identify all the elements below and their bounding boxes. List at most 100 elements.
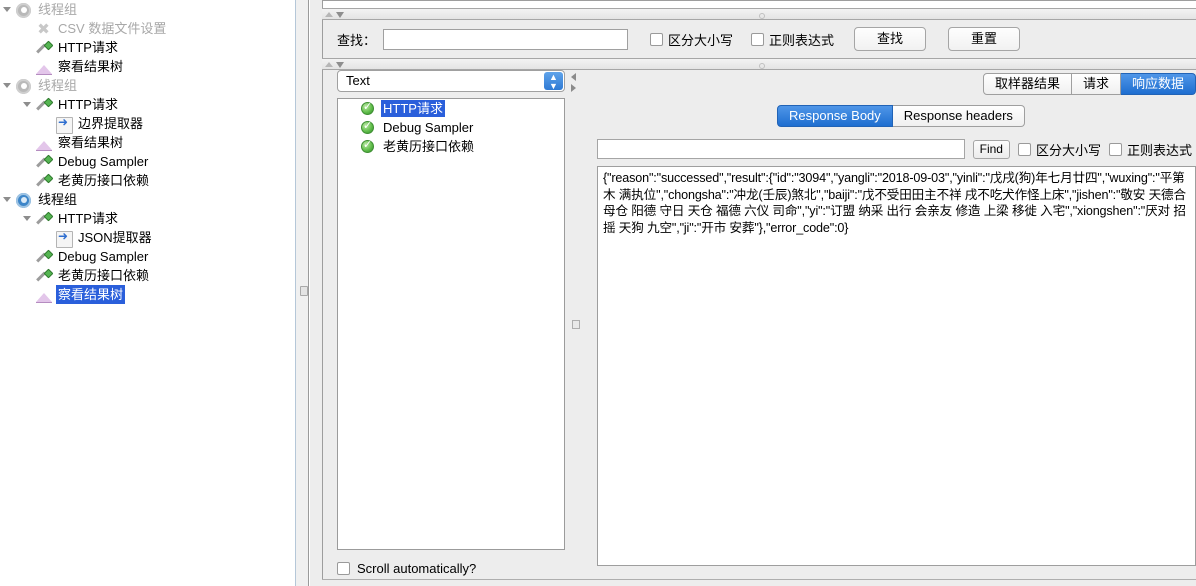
- main-vertical-splitter[interactable]: [295, 0, 309, 586]
- sampler-result-item[interactable]: Debug Sampler: [338, 118, 564, 137]
- tree-node-label: 察看结果树: [56, 285, 126, 304]
- pipette-icon: [34, 96, 54, 114]
- expand-toggle-icon[interactable]: [20, 209, 34, 228]
- success-check-icon: [360, 119, 376, 135]
- pipette-icon: [34, 248, 54, 266]
- extractor-icon: [54, 229, 74, 248]
- collapse-up-icon[interactable]: [325, 12, 333, 17]
- tree-node[interactable]: 察看结果树: [0, 57, 295, 76]
- result-tab-1[interactable]: 请求: [1071, 73, 1121, 95]
- response-find-input[interactable]: [597, 139, 965, 159]
- splitter-arrows[interactable]: [325, 61, 344, 68]
- tree-node[interactable]: 老黄历接口依赖: [0, 266, 295, 285]
- tree-node[interactable]: Debug Sampler: [0, 152, 295, 171]
- reset-button[interactable]: 重置: [948, 27, 1021, 51]
- expand-toggle-icon[interactable]: [0, 190, 14, 209]
- result-tabs[interactable]: 取样器结果 请求 响应数据: [982, 73, 1196, 95]
- render-format-combobox[interactable]: Text ▲ ▼: [337, 70, 565, 92]
- tree-node[interactable]: 线程组: [0, 76, 295, 95]
- tree-node[interactable]: HTTP请求: [0, 95, 295, 114]
- sampler-result-list[interactable]: HTTP请求 Debug Sampler 老黄历接口依赖: [337, 98, 565, 550]
- tree-node[interactable]: 线程组: [0, 0, 295, 19]
- checkbox-box[interactable]: [1017, 142, 1031, 156]
- response-body-viewer[interactable]: {"reason":"successed","result":{"id":"30…: [597, 166, 1196, 566]
- splitter-grip[interactable]: [572, 320, 580, 329]
- search-button[interactable]: 查找: [854, 27, 927, 51]
- tree-node[interactable]: 老黄历接口依赖: [0, 171, 295, 190]
- tree-node-label: 边界提取器: [78, 116, 144, 131]
- response-find-button[interactable]: Find: [972, 139, 1010, 159]
- collapse-left-icon[interactable]: [571, 73, 576, 81]
- results-inner-splitter[interactable]: [569, 70, 581, 578]
- checkbox-box[interactable]: [751, 32, 765, 46]
- checkbox-box[interactable]: [1108, 142, 1122, 156]
- scroll-automatically-label: Scroll automatically?: [357, 561, 477, 576]
- response-subtab-1[interactable]: Response headers: [892, 105, 1025, 127]
- tree-node[interactable]: 察看结果树: [0, 133, 295, 152]
- response-subtab-0[interactable]: Response Body: [777, 105, 893, 127]
- gear-icon: [14, 1, 34, 19]
- tree-node[interactable]: HTTP请求: [0, 209, 295, 228]
- response-subtabs[interactable]: Response Body Response headers: [777, 105, 1025, 127]
- splitter-grip[interactable]: [300, 286, 308, 296]
- splitter-dot-icon: [759, 13, 765, 19]
- chevron-updown-icon[interactable]: ▲ ▼: [544, 72, 563, 91]
- search-case-sensitive-label: 区分大小写: [668, 32, 734, 48]
- collapse-right-icon[interactable]: [571, 84, 576, 92]
- view-results-tree-icon: [34, 286, 54, 304]
- expand-toggle-icon[interactable]: [20, 95, 34, 114]
- tree-node-label: HTTP请求: [58, 97, 118, 112]
- tree-node[interactable]: 线程组: [0, 190, 295, 209]
- search-regex-label: 正则表达式: [769, 32, 835, 48]
- tree-node[interactable]: HTTP请求: [0, 38, 295, 57]
- tree-node-label: 老黄历接口依赖: [58, 173, 150, 188]
- collapse-down-icon[interactable]: [336, 12, 344, 18]
- response-case-sensitive-checkbox[interactable]: 区分大小写: [1017, 140, 1101, 159]
- expand-toggle-icon[interactable]: [0, 0, 14, 19]
- result-tab-0[interactable]: 取样器结果: [982, 73, 1072, 95]
- right-panel: 查找： 区分大小写 正则表达式 查找 重置 Text ▲ ▼ ✓ HTTP请求 …: [310, 0, 1196, 586]
- response-detail-column: 取样器结果 请求 响应数据 Response Body Response header…: [585, 70, 1196, 578]
- lower-splitter-bar[interactable]: [322, 58, 1196, 70]
- scroll-automatically-checkbox[interactable]: Scroll automatically?: [337, 561, 476, 576]
- upper-splitter-bar[interactable]: [322, 8, 1196, 20]
- tree-node[interactable]: Debug Sampler: [0, 247, 295, 266]
- view-results-tree-icon: [34, 134, 54, 152]
- tree-node-label: 察看结果树: [58, 135, 124, 150]
- tree-node-label: Debug Sampler: [58, 249, 149, 264]
- tree-node[interactable]: JSON提取器: [0, 228, 295, 248]
- search-regex-checkbox[interactable]: 正则表达式: [751, 30, 834, 49]
- tree-node[interactable]: ✖ CSV 数据文件设置: [0, 19, 295, 38]
- checkbox-box[interactable]: [650, 32, 664, 46]
- pipette-icon: [34, 39, 54, 57]
- response-regex-checkbox[interactable]: 正则表达式: [1108, 140, 1192, 159]
- sampler-result-item[interactable]: 老黄历接口依赖: [338, 137, 564, 156]
- search-case-sensitive-checkbox[interactable]: 区分大小写: [650, 30, 733, 49]
- tree-node-label: JSON提取器: [78, 230, 152, 245]
- collapse-down-icon[interactable]: [336, 62, 344, 68]
- tree-node-label: 线程组: [38, 192, 78, 207]
- search-input[interactable]: [383, 28, 629, 50]
- tree-node[interactable]: 边界提取器: [0, 114, 295, 134]
- tree-node-label: HTTP请求: [58, 40, 118, 55]
- checkbox-box[interactable]: [337, 562, 350, 575]
- tree-node-label: CSV 数据文件设置: [58, 21, 167, 36]
- sampler-result-item[interactable]: HTTP请求: [338, 99, 564, 118]
- result-tab-2[interactable]: 响应数据: [1120, 73, 1196, 95]
- expand-toggle-icon[interactable]: [0, 76, 14, 95]
- sampler-result-column: Text ▲▼ HTTP请求 Debug Sampler 老黄历接口依赖 Scrol…: [337, 70, 565, 578]
- test-plan-tree[interactable]: 线程组✖CSV 数据文件设置HTTP请求察看结果树线程组HTTP请求边界提取器察…: [0, 0, 295, 586]
- tree-node[interactable]: 察看结果树: [0, 285, 295, 304]
- collapse-up-icon[interactable]: [325, 62, 333, 67]
- response-find-bar: Find 区分大小写 正则表达式: [597, 138, 1196, 160]
- pipette-icon: [34, 267, 54, 285]
- splitter-arrows[interactable]: [325, 11, 344, 18]
- gear-running-icon: [14, 191, 34, 209]
